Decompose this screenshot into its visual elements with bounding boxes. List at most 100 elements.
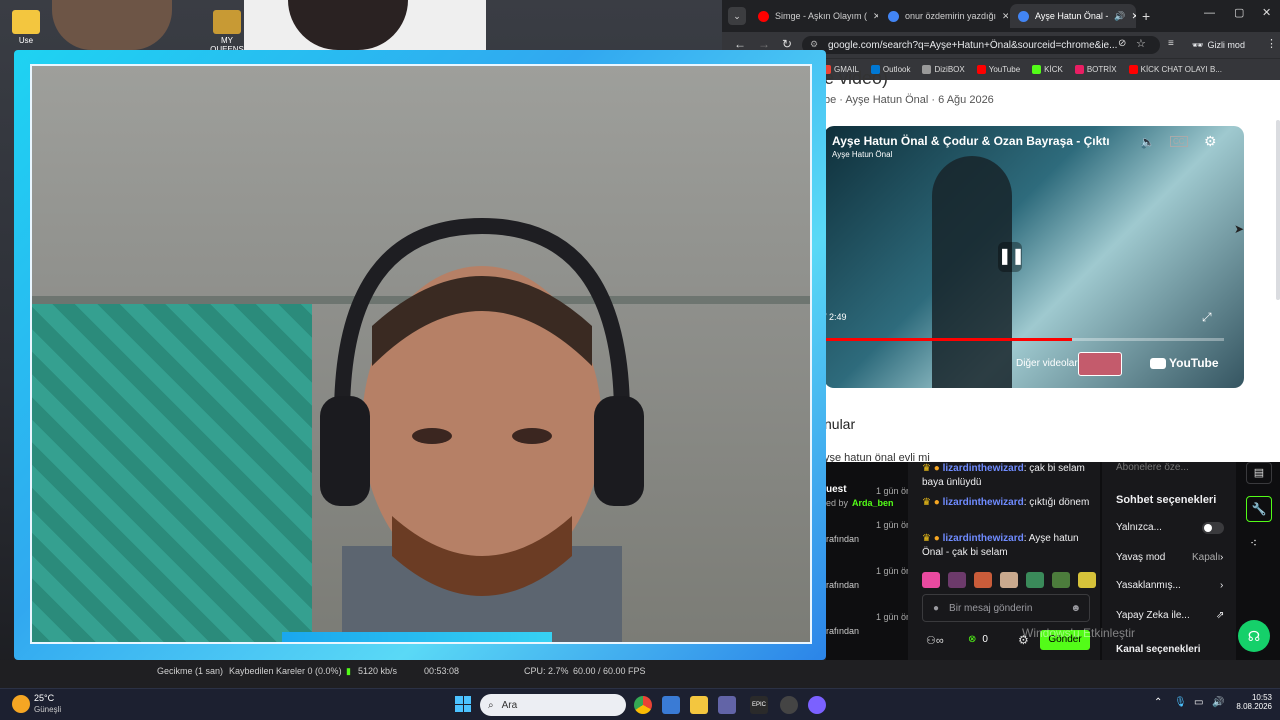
dashboard-icon[interactable]: ▤ — [1246, 462, 1272, 484]
bookmark-youtube[interactable]: YouTube — [976, 65, 1020, 74]
scrollbar[interactable] — [1276, 120, 1280, 300]
more-videos-label[interactable]: Diğer videolar — [1016, 358, 1078, 369]
channel-points[interactable]: ⊗ 0 — [968, 634, 988, 645]
option-channel-settings[interactable]: Kanal seçenekleri — [1116, 644, 1226, 655]
share-icon[interactable]: ⁖ — [1250, 536, 1257, 550]
weather-sun-icon[interactable] — [12, 695, 30, 713]
tab-search-list-icon[interactable]: ≡ — [1168, 38, 1174, 49]
bitrate-icon: ▮ — [346, 666, 351, 676]
option-only[interactable]: Yalnızca... — [1116, 522, 1226, 534]
emote-icon[interactable] — [1052, 572, 1070, 588]
progress-fill — [824, 338, 1072, 341]
option-banned-words[interactable]: Yasaklanmış... › — [1116, 580, 1226, 591]
emoji-icon[interactable]: ☻ — [1070, 603, 1081, 614]
taskbar-search[interactable]: ⌕ Ara — [480, 694, 626, 716]
emote-icon[interactable] — [948, 572, 966, 588]
chrome-taskbar-icon[interactable] — [634, 696, 652, 714]
close-window-icon[interactable]: ✕ — [1262, 6, 1271, 19]
wrench-icon[interactable]: 🔧 — [1246, 496, 1272, 522]
emote-icon[interactable] — [1000, 572, 1018, 588]
emote-bar — [922, 572, 1096, 588]
pause-icon[interactable]: ❚❚ — [998, 242, 1025, 272]
bookmark-botrix[interactable]: BOTRİX — [1074, 65, 1117, 74]
support-headset-icon[interactable]: ☊ — [1238, 620, 1270, 652]
epic-games-icon[interactable]: EPIC — [750, 696, 768, 714]
video-time: / 2:49 — [824, 312, 847, 322]
person-with-headset — [320, 217, 644, 642]
section-heading: nular — [824, 416, 856, 432]
close-tab-icon[interactable]: ✕ — [1002, 11, 1008, 22]
speaker-icon[interactable]: 🔊 — [1212, 697, 1224, 708]
file-explorer-icon[interactable] — [690, 696, 708, 714]
menu-kebab-icon[interactable]: ⋮ — [1266, 37, 1277, 50]
option-subscribers-only[interactable]: Abonelere öze... — [1116, 462, 1226, 473]
maximize-icon[interactable]: ▢ — [1234, 6, 1244, 19]
video-player[interactable]: Ayşe Hatun Önal & Çodur & Ozan Bayraşa -… — [824, 126, 1244, 388]
emote-icon[interactable] — [1078, 572, 1096, 588]
tab-onur[interactable]: onur özdemirin yazdığı ✕ — [880, 4, 1008, 28]
minimize-icon[interactable]: — — [1204, 7, 1215, 19]
bookmark-kick-chat[interactable]: KİCK CHAT OLAYI B... — [1128, 65, 1222, 74]
tab-search-icon[interactable]: ⌄ — [728, 7, 746, 25]
clock[interactable]: 10:53 8.08.2026 — [1232, 693, 1272, 711]
taskbar: 25°C Güneşli ⌕ Ara EPIC ⌃ 🎙 ▭ 🔊 10:53 8.… — [0, 688, 1280, 720]
youtube-logo[interactable]: YouTube — [1150, 356, 1219, 370]
close-tab-icon[interactable]: ✕ — [1132, 11, 1136, 22]
toggle-switch[interactable] — [1202, 522, 1224, 534]
emote-icon[interactable] — [922, 572, 940, 588]
more-videos-thumbnail[interactable] — [1078, 352, 1122, 376]
incognito-icon: 🕶 — [1192, 39, 1204, 50]
option-slow-mode[interactable]: Yavaş mod Kapalı › — [1116, 552, 1226, 563]
site-info-icon[interactable]: ⚙ — [810, 39, 818, 50]
sub-badge-icon: ● — [933, 497, 940, 508]
emote-icon[interactable] — [1026, 572, 1044, 588]
desktop-icon-my-queens[interactable]: MY QUEENS — [205, 10, 249, 54]
reload-icon[interactable]: ↻ — [782, 37, 792, 51]
google-favicon-icon — [1018, 10, 1029, 22]
bookmark-kick[interactable]: KİCK — [1032, 65, 1063, 74]
progress-track[interactable] — [824, 338, 1224, 341]
chat-tools-icon[interactable]: ⚇∞ — [926, 634, 944, 647]
bookmark-dizibox[interactable]: DiziBOX — [922, 65, 965, 74]
weather-description[interactable]: Güneşli — [34, 705, 61, 714]
app-taskbar-icon[interactable] — [662, 696, 680, 714]
volume-icon[interactable]: 🔈 — [1140, 135, 1155, 149]
desktop-icon-user[interactable]: Use — [4, 10, 48, 45]
chat-message: ♛ ● lizardinthewizard: Ayşe hatun Önal -… — [922, 533, 1079, 558]
video-title[interactable]: Ayşe Hatun Önal & Çodur & Ozan Bayraşa -… — [832, 134, 1132, 148]
weather-temperature[interactable]: 25°C — [34, 693, 54, 703]
obs-taskbar-icon[interactable] — [780, 696, 798, 714]
teams-icon[interactable] — [718, 696, 736, 714]
audio-playing-icon[interactable]: 🔊 — [1114, 11, 1125, 22]
back-icon[interactable]: ← — [734, 37, 746, 51]
emote-icon[interactable] — [974, 572, 992, 588]
activity-item: rafından — [826, 626, 860, 636]
tab-simge[interactable]: Simge - Aşkın Olayım ( ✕ — [750, 4, 878, 28]
address-bar[interactable]: ⚙ google.com/search?q=Ayşe+Hatun+Önal&so… — [802, 36, 1160, 54]
windows-start-icon[interactable] — [455, 696, 471, 712]
option-ai[interactable]: Yapay Zeka ile... ⇗ — [1116, 610, 1226, 621]
display-icon[interactable]: ▭ — [1194, 697, 1203, 708]
chat-input[interactable]: ● Bir mesaj gönderin ☻ — [922, 594, 1090, 622]
forward-icon[interactable]: → — [758, 37, 770, 51]
youtube-play-icon — [1150, 357, 1166, 369]
settings-gear-icon[interactable]: ⚙ — [1204, 133, 1217, 150]
chevron-up-icon[interactable]: ⌃ — [1154, 697, 1162, 708]
eye-off-icon[interactable]: ⊘ — [1118, 38, 1126, 49]
crown-badge-icon: ♛ — [922, 463, 931, 474]
fullscreen-icon[interactable]: ⤢ — [1202, 310, 1212, 325]
incognito-badge[interactable]: 🕶 Gizli mod — [1192, 36, 1245, 54]
microphone-icon[interactable]: 🎙 — [1174, 697, 1187, 708]
new-tab-icon[interactable]: + — [1142, 8, 1150, 24]
captions-icon[interactable]: CC — [1170, 136, 1188, 147]
youtube-icon — [1128, 65, 1138, 74]
tab-ayse-hatun[interactable]: Ayşe Hatun Önal - 🔊 ✕ — [1010, 4, 1136, 28]
result-heading[interactable]: e video) — [824, 68, 888, 89]
app-taskbar-icon-2[interactable] — [808, 696, 826, 714]
youtube-favicon-icon — [758, 10, 769, 22]
chevron-right-icon: › — [1220, 580, 1224, 591]
close-tab-icon[interactable]: ✕ — [873, 11, 878, 22]
folder-icon — [12, 10, 40, 34]
bookmark-star-icon[interactable]: ☆ — [1136, 37, 1146, 50]
video-channel[interactable]: Ayşe Hatun Önal — [832, 150, 892, 159]
